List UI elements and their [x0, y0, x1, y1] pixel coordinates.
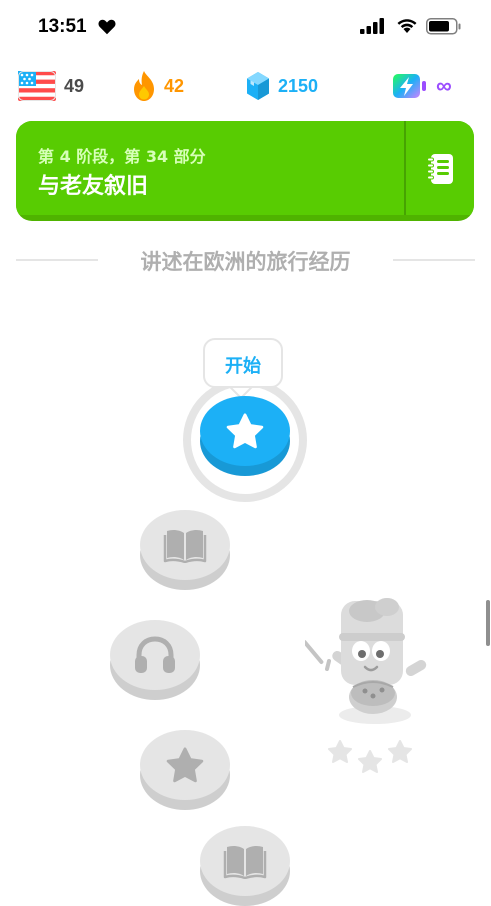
node-face — [200, 396, 290, 466]
guidebook-icon — [427, 154, 453, 184]
unit-banner: 第 4 阶段，第 34 部分 与老友叙旧 — [16, 121, 474, 221]
gem-icon — [247, 72, 269, 100]
unit-title: 与老友叙旧 — [38, 174, 149, 199]
battery-icon — [426, 18, 461, 35]
divider-left — [16, 259, 98, 261]
language-count: 49 — [64, 75, 85, 96]
energy-counter[interactable]: ∞ — [392, 68, 452, 104]
us-flag-icon — [18, 71, 56, 101]
character-stars — [328, 740, 412, 773]
streak-count: 42 — [164, 75, 185, 96]
start-label: 开始 — [225, 356, 261, 377]
scrollbar[interactable] — [486, 600, 490, 646]
flame-icon — [134, 71, 154, 101]
book-icon — [223, 845, 267, 879]
star-icon — [226, 413, 264, 449]
wifi-icon — [397, 19, 417, 33]
character-illustration — [305, 598, 427, 724]
gems-counter[interactable]: 2150 — [246, 68, 318, 104]
streak-counter[interactable]: 42 — [132, 68, 184, 104]
node-face — [140, 730, 230, 800]
divider-right — [393, 259, 475, 261]
section-title: 讲述在欧洲的旅行经历 — [140, 250, 351, 274]
lesson-node-5[interactable] — [200, 826, 290, 906]
stats-bar: 49 42 2150 ∞ — [0, 68, 491, 106]
status-bar: 13:51 — [0, 0, 491, 52]
lesson-node-2[interactable] — [140, 510, 230, 590]
node-face — [200, 826, 290, 896]
status-time: 13:51 — [38, 16, 87, 37]
lightning-battery-icon — [393, 74, 426, 98]
unit-subtitle: 第 4 阶段，第 34 部分 — [38, 147, 206, 166]
node-face — [110, 620, 200, 690]
star-icon — [166, 747, 204, 783]
start-tooltip[interactable]: 开始 — [203, 338, 283, 388]
signal-icon — [360, 18, 384, 34]
energy-value: ∞ — [436, 73, 452, 98]
lesson-node-3[interactable] — [110, 620, 200, 700]
book-icon — [163, 529, 207, 563]
node-face — [140, 510, 230, 580]
heart-icon — [98, 19, 116, 35]
gems-count: 2150 — [278, 75, 319, 96]
lesson-node-4[interactable] — [140, 730, 230, 810]
language-selector[interactable]: 49 — [18, 68, 84, 104]
lesson-node-1[interactable] — [200, 396, 290, 476]
headphones-icon — [135, 636, 175, 673]
